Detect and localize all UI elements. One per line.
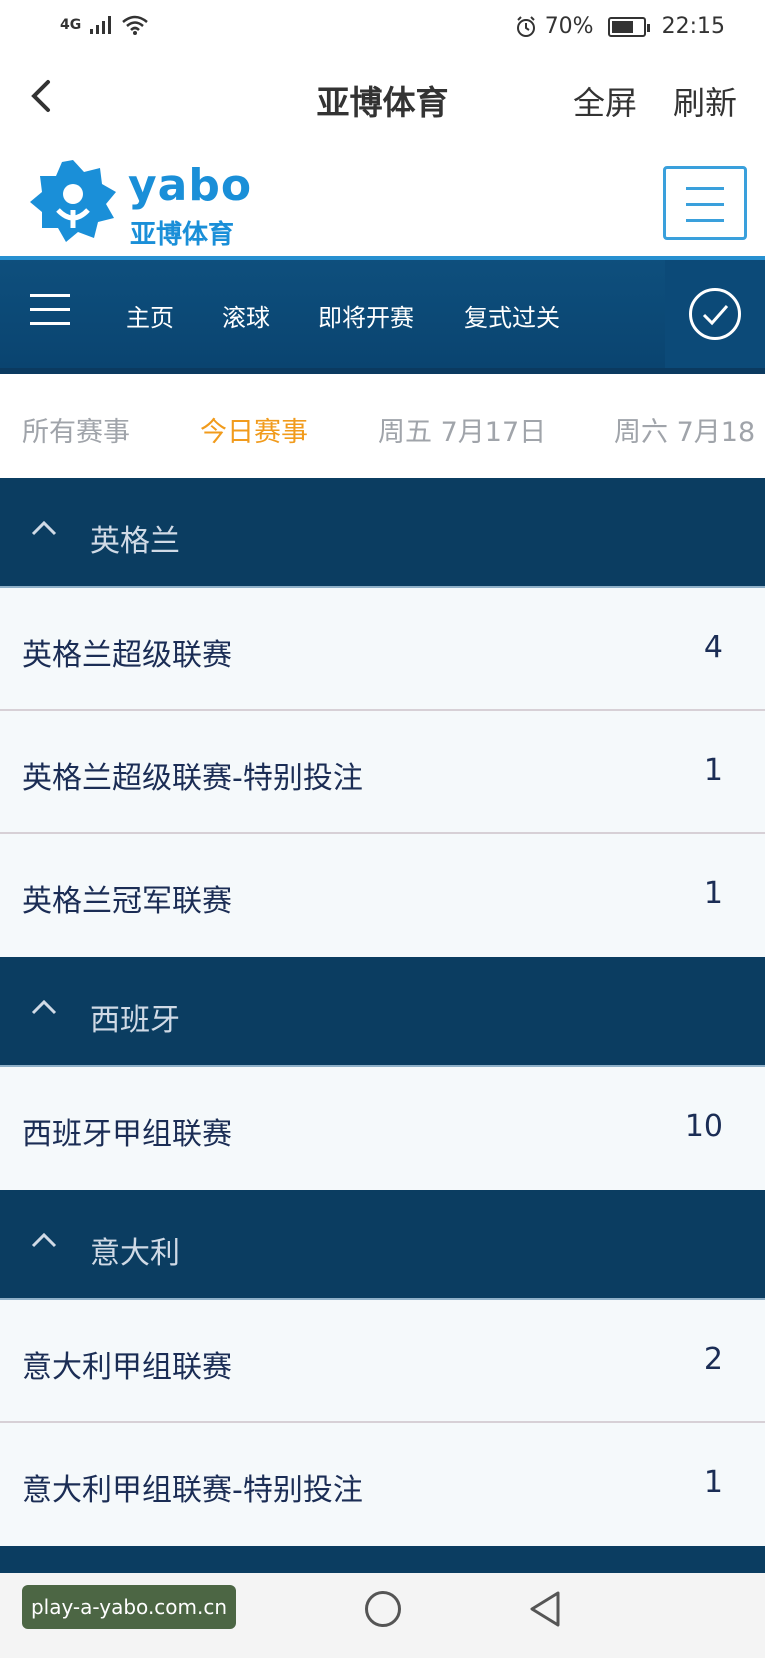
nav-item-live[interactable]: 滚球 (222, 298, 270, 333)
logo-text-en: yabo (128, 160, 253, 211)
tab-fri-jul17[interactable]: 周五 7月17日 (378, 410, 546, 449)
wifi-icon (122, 15, 149, 35)
hamburger-line (30, 294, 70, 297)
match-count: 1 (703, 1465, 723, 1500)
signal-icon (90, 16, 112, 34)
app-header: 亚博体育 全屏 刷新 (0, 58, 765, 138)
league-name: 英格兰冠军联赛 (22, 884, 232, 919)
league-name: 意大利甲组联赛 (22, 1350, 232, 1385)
battery-icon (607, 16, 650, 37)
hamburger-line (30, 322, 70, 325)
nav-item-upcoming[interactable]: 即将开赛 (318, 298, 414, 333)
home-circle-icon[interactable] (365, 1591, 401, 1627)
clock: 22:15 (661, 14, 725, 39)
network-label: 4G (60, 17, 82, 33)
league-row[interactable]: 意大利甲组联赛 2 (0, 1300, 765, 1423)
hamburger-line (30, 308, 70, 311)
league-row[interactable]: 英格兰超级联赛 4 (0, 588, 765, 711)
country-header-england[interactable]: 英格兰 (0, 478, 765, 588)
bet-slip-button[interactable] (665, 260, 765, 368)
league-row[interactable]: 英格兰冠军联赛 1 (0, 834, 765, 957)
system-nav-bar: play-a-yabo.com.cn (0, 1573, 765, 1658)
league-name: 意大利甲组联赛-特别投注 (22, 1473, 363, 1508)
battery-percent: 70% (544, 14, 594, 39)
menu-line (686, 187, 724, 190)
league-name: 英格兰超级联赛-特别投注 (22, 761, 363, 796)
league-name: 英格兰超级联赛 (22, 638, 232, 673)
status-right: 70% 22:15 (515, 14, 725, 39)
match-count: 4 (703, 630, 723, 665)
nav-item-parlay[interactable]: 复式过关 (464, 298, 560, 333)
nav-item-home[interactable]: 主页 (126, 298, 174, 333)
chevron-up-icon (31, 999, 57, 1015)
match-count: 2 (703, 1342, 723, 1377)
league-row[interactable]: 英格兰超级联赛-特别投注 1 (0, 711, 765, 834)
tab-today-events[interactable]: 今日赛事 (200, 410, 308, 449)
logo-text-cn: 亚博体育 (130, 220, 235, 250)
alarm-icon (516, 15, 535, 37)
league-row[interactable]: 意大利甲组联赛-特别投注 1 (0, 1423, 765, 1546)
fullscreen-button[interactable]: 全屏 (573, 78, 637, 124)
page-title: 亚博体育 (316, 83, 449, 122)
match-count: 1 (703, 876, 723, 911)
main-menu-button[interactable] (663, 166, 747, 240)
league-name: 西班牙甲组联赛 (22, 1117, 232, 1152)
country-name: 英格兰 (90, 524, 180, 559)
country-header-spain[interactable]: 西班牙 (0, 957, 765, 1067)
status-bar: 4G 70% 22:15 (0, 0, 765, 58)
back-triangle-icon[interactable] (528, 1589, 562, 1629)
menu-line (686, 203, 724, 206)
check-icon (689, 288, 741, 340)
chevron-up-icon (31, 1232, 57, 1248)
match-count: 10 (684, 1109, 723, 1144)
league-list: 英格兰 英格兰超级联赛 4 英格兰超级联赛-特别投注 1 英格兰冠军联赛 1 西… (0, 478, 765, 1586)
menu-line (686, 219, 724, 222)
chevron-up-icon (31, 520, 57, 536)
yabo-badge-icon (30, 160, 116, 242)
status-left: 4G (60, 14, 149, 36)
country-name: 意大利 (90, 1236, 180, 1271)
brand-bar: yabo 亚博体育 (0, 138, 765, 256)
tab-sat-jul18[interactable]: 周六 7月18 (614, 410, 755, 449)
match-count: 1 (703, 753, 723, 788)
date-tabs: 所有赛事 今日赛事 周五 7月17日 周六 7月18 (0, 374, 765, 478)
league-row[interactable]: 西班牙甲组联赛 10 (0, 1067, 765, 1190)
country-name: 西班牙 (90, 1003, 180, 1038)
battery-fill (611, 20, 633, 33)
refresh-button[interactable]: 刷新 (673, 78, 737, 124)
tab-all-events[interactable]: 所有赛事 (22, 410, 130, 449)
hamburger-icon[interactable] (30, 292, 72, 328)
country-header-italy[interactable]: 意大利 (0, 1190, 765, 1300)
yabo-logo[interactable]: yabo 亚博体育 (28, 158, 258, 250)
sports-nav-bar: 主页 滚球 即将开赛 复式过关 (0, 256, 765, 374)
watermark-url: play-a-yabo.com.cn (22, 1585, 236, 1629)
